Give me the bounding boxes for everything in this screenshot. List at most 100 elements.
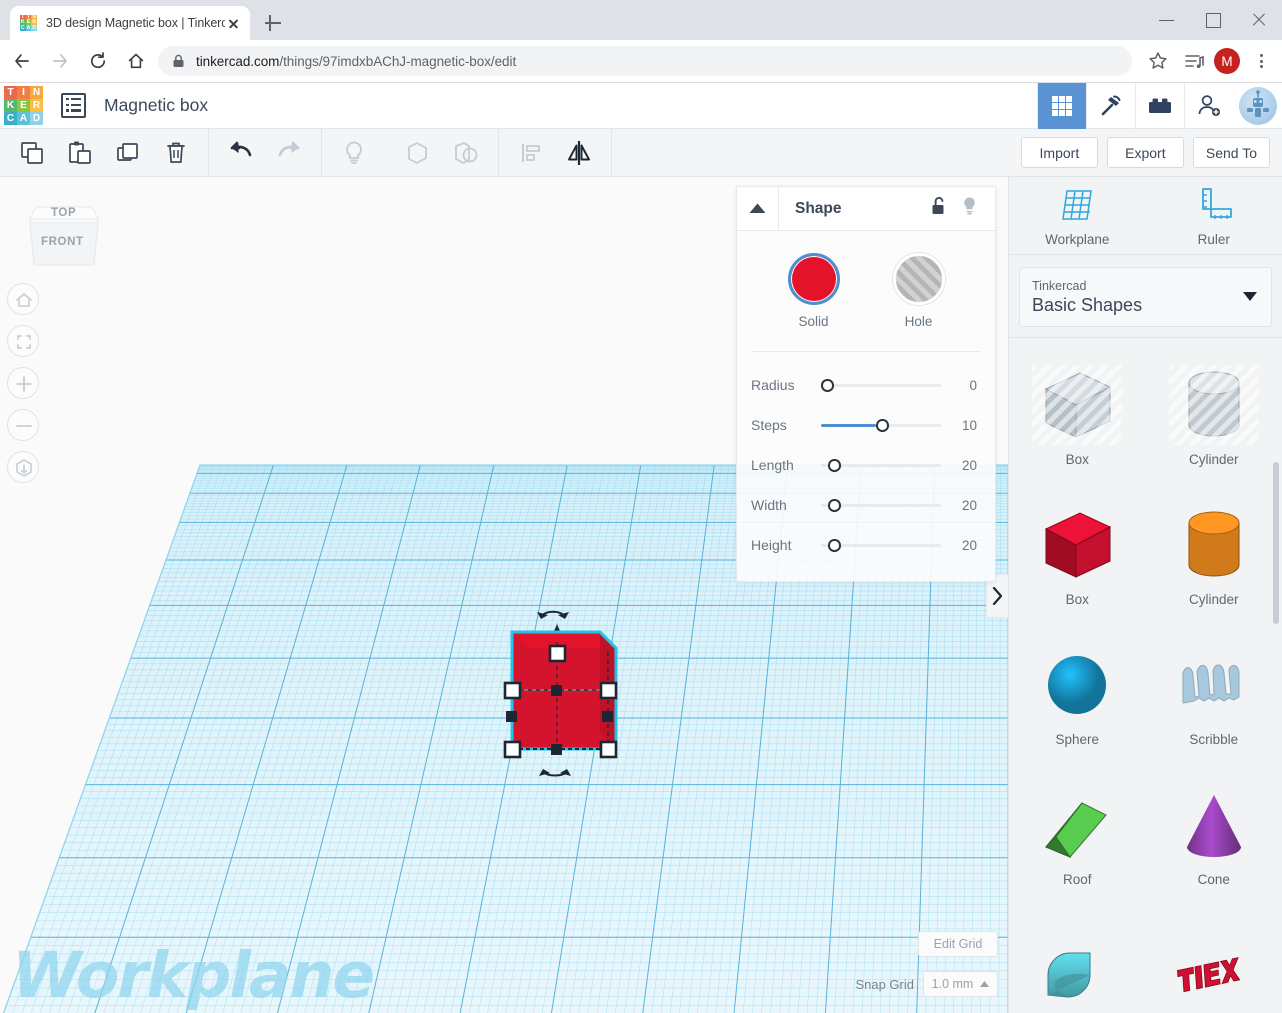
slider-row-width: Width 20 bbox=[737, 485, 995, 525]
import-button[interactable]: Import bbox=[1020, 137, 1098, 168]
fit-view-button[interactable] bbox=[7, 325, 39, 357]
send-to-button[interactable]: Send To bbox=[1192, 137, 1270, 168]
view-cube-top-label[interactable]: TOP bbox=[51, 207, 76, 219]
shape-box[interactable]: Box bbox=[1009, 486, 1146, 626]
ruler-tool[interactable]: Ruler bbox=[1146, 177, 1282, 254]
height-slider-knob[interactable] bbox=[828, 539, 841, 552]
steps-value[interactable]: 10 bbox=[962, 418, 995, 433]
sphere-thumbnail-icon bbox=[1032, 645, 1122, 730]
address-bar[interactable]: tinkercad.com/things/97imdxbAChJ-magneti… bbox=[158, 46, 1132, 76]
edit-grid-button[interactable]: Edit Grid bbox=[918, 931, 998, 957]
blocks-icon[interactable] bbox=[1135, 82, 1184, 129]
radius-slider-knob[interactable] bbox=[821, 379, 834, 392]
solid-label: Solid bbox=[798, 314, 829, 329]
header-actions bbox=[1037, 82, 1282, 129]
steps-slider-knob[interactable] bbox=[876, 419, 889, 432]
copy-button[interactable] bbox=[8, 129, 56, 177]
width-label: Width bbox=[751, 497, 787, 513]
view-cube-front-label[interactable]: FRONT bbox=[41, 236, 84, 248]
length-value[interactable]: 20 bbox=[962, 458, 995, 473]
shapes-list[interactable]: Box Cylinder Box Cylinder Sphere Scribble Roof… bbox=[1009, 338, 1282, 998]
length-slider-knob[interactable] bbox=[828, 459, 841, 472]
cone-thumbnail-icon bbox=[1169, 785, 1259, 870]
codeblocks-hammer-icon[interactable] bbox=[1086, 82, 1135, 129]
user-avatar-robot[interactable] bbox=[1233, 83, 1282, 129]
undo-button[interactable] bbox=[217, 129, 265, 177]
selected-box-shape[interactable] bbox=[500, 602, 630, 787]
width-value[interactable]: 20 bbox=[962, 498, 995, 513]
redo-button[interactable] bbox=[265, 129, 313, 177]
library-selector[interactable]: Tinkercad Basic Shapes bbox=[1019, 267, 1272, 327]
tinkercad-logo[interactable]: TINKERCAD bbox=[4, 86, 43, 125]
logo-cell-t: T bbox=[4, 86, 17, 99]
project-menu-button[interactable] bbox=[61, 93, 86, 118]
shape-cylinder[interactable]: Cylinder bbox=[1146, 486, 1282, 626]
shape-panel-collapse-button[interactable] bbox=[737, 186, 779, 231]
slider-row-radius: Radius 0 bbox=[737, 365, 995, 405]
height-slider[interactable] bbox=[821, 535, 941, 555]
reload-button[interactable] bbox=[82, 45, 114, 77]
zoom-in-button[interactable] bbox=[7, 367, 39, 399]
view-cube[interactable]: TOP FRONT bbox=[22, 197, 106, 289]
mirror-button[interactable] bbox=[555, 129, 603, 177]
tab-close-icon[interactable] bbox=[225, 15, 242, 32]
steps-slider[interactable] bbox=[821, 415, 941, 435]
browser-profile-avatar[interactable]: M bbox=[1214, 48, 1240, 74]
height-value[interactable]: 20 bbox=[962, 538, 995, 553]
logo-cell-d: D bbox=[30, 112, 43, 125]
snap-grid-select[interactable]: 1.0 mm bbox=[923, 971, 998, 997]
back-button[interactable] bbox=[6, 45, 38, 77]
shape-mode-solid[interactable]: Solid bbox=[774, 253, 854, 329]
minimize-button[interactable] bbox=[1144, 0, 1190, 40]
close-button[interactable] bbox=[1236, 0, 1282, 40]
workplane-tool[interactable]: Workplane bbox=[1009, 177, 1146, 254]
shape-cylinder-hole[interactable]: Cylinder bbox=[1146, 346, 1282, 486]
lightbulb-icon[interactable] bbox=[961, 196, 978, 221]
shape-roof[interactable]: Roof bbox=[1009, 766, 1146, 906]
shape-inspector-panel: Shape Solid Hole Radius 0 Steps 10 Length 20 Wi… bbox=[736, 186, 996, 582]
paste-button[interactable] bbox=[56, 129, 104, 177]
length-slider[interactable] bbox=[821, 455, 941, 475]
note-button[interactable] bbox=[330, 129, 378, 177]
shape-scribble[interactable]: Scribble bbox=[1146, 626, 1282, 766]
kebab-menu-icon[interactable] bbox=[1246, 45, 1276, 77]
hole-label: Hole bbox=[904, 314, 933, 329]
ungroup-button[interactable] bbox=[442, 129, 490, 177]
grid-view-icon[interactable] bbox=[1037, 82, 1086, 129]
shape-panel-body: Solid Hole Radius 0 Steps 10 Length 20 Width 20 H… bbox=[737, 231, 995, 565]
collapse-triangle-icon bbox=[749, 203, 766, 213]
forward-button[interactable] bbox=[44, 45, 76, 77]
export-button[interactable]: Export bbox=[1106, 137, 1184, 168]
zoom-out-button[interactable] bbox=[7, 409, 39, 441]
browser-tab[interactable]: TINKERCAD 3D design Magnetic box | Tinke… bbox=[10, 6, 250, 40]
shapes-scrollbar[interactable] bbox=[1273, 462, 1279, 624]
shape-text[interactable] bbox=[1146, 906, 1282, 998]
width-slider[interactable] bbox=[821, 495, 941, 515]
orthographic-toggle-button[interactable] bbox=[7, 451, 39, 483]
width-slider-knob[interactable] bbox=[828, 499, 841, 512]
home-button[interactable] bbox=[120, 45, 152, 77]
duplicate-button[interactable] bbox=[104, 129, 152, 177]
maximize-button[interactable] bbox=[1190, 0, 1236, 40]
unlock-icon[interactable] bbox=[931, 196, 947, 221]
group-button[interactable] bbox=[394, 129, 442, 177]
home-view-button[interactable] bbox=[7, 283, 39, 315]
page-title: Magnetic box bbox=[104, 95, 209, 115]
radius-value[interactable]: 0 bbox=[969, 378, 995, 393]
shape-mode-hole[interactable]: Hole bbox=[879, 253, 959, 329]
add-collaborator-icon[interactable] bbox=[1184, 82, 1233, 129]
radius-slider[interactable] bbox=[821, 375, 941, 395]
shape-box-hole[interactable]: Box bbox=[1009, 346, 1146, 486]
shape-cone[interactable]: Cone bbox=[1146, 766, 1282, 906]
browser-titlebar: TINKERCAD 3D design Magnetic box | Tinke… bbox=[0, 0, 1282, 40]
cylinder-thumbnail-icon bbox=[1168, 365, 1259, 450]
slider-fill bbox=[821, 424, 877, 427]
shape-round-roof[interactable] bbox=[1009, 906, 1146, 998]
shape-sphere[interactable]: Sphere bbox=[1009, 626, 1146, 766]
media-playlist-icon[interactable] bbox=[1178, 45, 1210, 77]
align-button[interactable] bbox=[507, 129, 555, 177]
star-icon[interactable] bbox=[1142, 45, 1174, 77]
delete-button[interactable] bbox=[152, 129, 200, 177]
new-tab-button[interactable] bbox=[262, 12, 284, 34]
align-tools bbox=[499, 128, 612, 177]
